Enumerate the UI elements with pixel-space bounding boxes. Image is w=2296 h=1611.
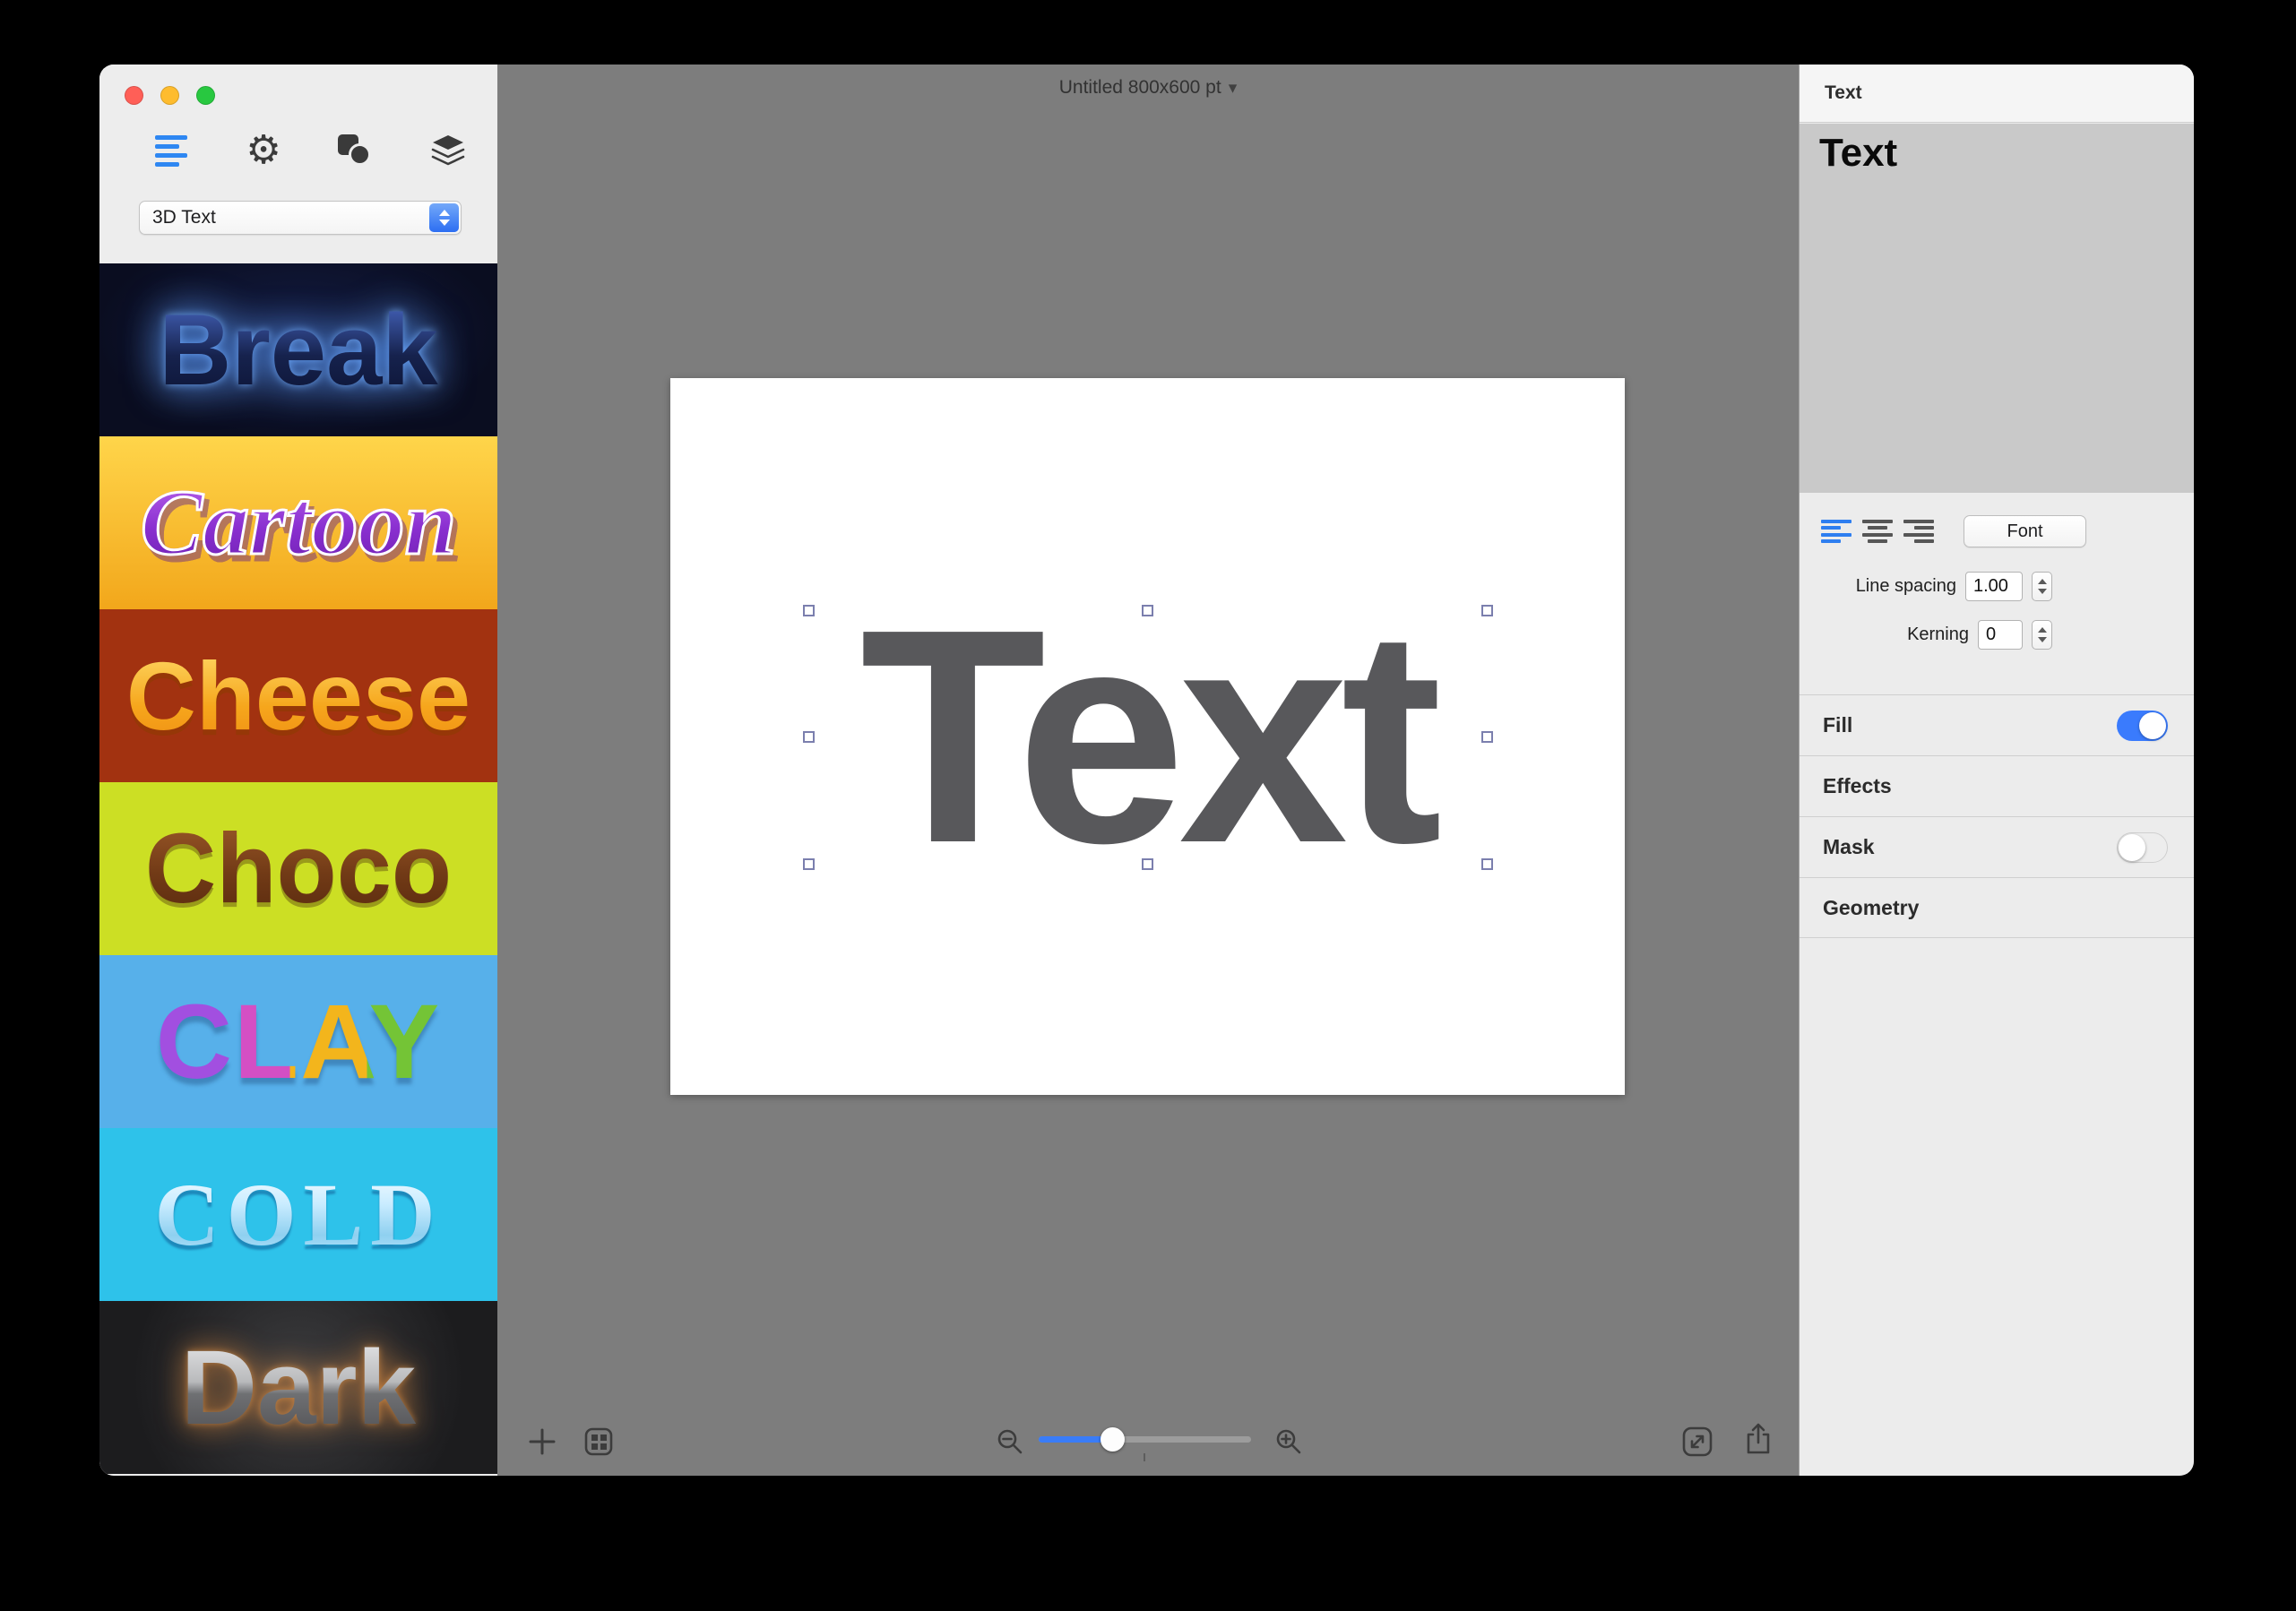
settings-tab[interactable]: ⚙ [242,127,285,174]
section-geometry-label: Geometry [1823,896,1920,919]
style-preset-cartoon[interactable]: Cartoon [99,436,497,609]
styles-list-icon[interactable] [150,127,193,174]
kerning-label: Kerning [1907,624,1969,644]
add-layer-button[interactable] [527,1426,557,1457]
align-left-icon[interactable] [1821,520,1851,543]
chevron-down-icon: ▾ [1228,79,1238,98]
shapes-tab[interactable] [334,127,377,174]
section-mask[interactable]: Mask [1800,816,2194,877]
zoom-in-icon [1276,1429,1301,1454]
selection-handle-top-middle[interactable] [1142,605,1153,616]
zoom-in-button[interactable] [1273,1426,1304,1457]
preset-label: Cartoon [139,470,458,576]
text-alignment-group [1821,520,1934,543]
align-center-icon[interactable] [1862,520,1893,543]
preset-label: COLD [154,1165,443,1264]
style-preset-dark[interactable]: Dark [99,1301,497,1474]
align-right-icon[interactable] [1903,520,1934,543]
style-preset-cold[interactable]: COLD [99,1128,497,1301]
selection-handle-middle-left[interactable] [803,731,815,743]
fullscreen-button[interactable] [196,86,215,105]
selection-handle-bottom-left[interactable] [803,858,815,870]
close-button[interactable] [125,86,143,105]
preset-label: Break [159,294,438,406]
document-title[interactable]: Untitled 800x600 pt ▾ [497,77,1799,99]
canvas-text[interactable]: Text [860,584,1443,889]
section-effects-label: Effects [1823,774,1892,797]
style-category-dropdown[interactable]: 3D Text [139,201,462,235]
zoom-slider-track[interactable] [1039,1436,1251,1443]
style-presets-list: Break Cartoon Cheese Choco CLAY COLD Dar… [99,263,497,1476]
style-preset-choco[interactable]: Choco [99,782,497,955]
text-content-editor[interactable]: Text [1800,124,2194,493]
style-preset-cheese[interactable]: Cheese [99,609,497,782]
kerning-stepper[interactable] [2032,619,2052,650]
font-button[interactable]: Font [1964,515,2086,547]
preset-label: Choco [144,814,453,924]
section-fill[interactable]: Fill [1800,694,2194,755]
list-lines-icon [155,134,187,167]
selection-handle-bottom-right[interactable] [1481,858,1493,870]
section-fill-label: Fill [1823,713,1853,737]
selection-handle-top-left[interactable] [803,605,815,616]
dropdown-chevrons-icon [429,203,459,232]
sidebar-header: ⚙ 3D Text [99,65,497,263]
text-content-value[interactable]: Text [1819,131,1897,176]
inspector-header: Text [1800,65,2194,123]
inspector-panel: Text Text Font Line spacing Kerning Fill… [1799,65,2194,1476]
selection-handle-middle-right[interactable] [1481,731,1493,743]
window-controls [125,86,215,105]
expand-icon [1682,1426,1713,1457]
minimize-button[interactable] [160,86,179,105]
style-preset-break[interactable]: Break [99,263,497,436]
zoom-slider-center-tick [1144,1453,1145,1461]
line-spacing-row: Line spacing [1800,570,2052,602]
document-title-text: Untitled 800x600 pt [1058,77,1221,98]
layers-icon [431,135,465,166]
sidebar-toolbar: ⚙ [150,127,470,174]
style-preset-clay[interactable]: CLAY [99,955,497,1128]
kerning-input[interactable] [1978,619,2023,650]
section-geometry[interactable]: Geometry [1800,877,2194,938]
fill-toggle-knob [2139,712,2166,739]
enter-fullscreen-button[interactable] [1680,1425,1714,1459]
share-icon [1747,1423,1770,1454]
app-window: ⚙ 3D Text Break Cartoon Cheese Choco CLA… [99,65,2194,1476]
mask-toggle[interactable] [2117,832,2168,863]
share-button[interactable] [1741,1421,1775,1457]
grid-icon [584,1427,613,1456]
mask-toggle-knob [2119,834,2145,861]
preset-label: CLAY [155,982,442,1101]
zoom-out-button[interactable] [995,1426,1025,1457]
line-spacing-label: Line spacing [1855,575,1956,596]
zoom-slider-knob[interactable] [1101,1427,1125,1452]
section-mask-label: Mask [1823,835,1875,858]
selection-handle-top-right[interactable] [1481,605,1493,616]
sidebar: ⚙ 3D Text Break Cartoon Cheese Choco CLA… [99,65,497,1476]
line-spacing-input[interactable] [1965,571,2023,601]
selection-handle-bottom-middle[interactable] [1142,858,1153,870]
pages-grid-button[interactable] [583,1426,614,1457]
shapes-icon [337,132,375,169]
zoom-out-icon [997,1429,1023,1454]
dropdown-value: 3D Text [152,207,216,228]
section-effects[interactable]: Effects [1800,755,2194,816]
inspector-header-title: Text [1825,82,1862,103]
fill-toggle[interactable] [2117,711,2168,741]
gear-icon: ⚙ [246,127,281,173]
line-spacing-stepper[interactable] [2032,571,2052,601]
preset-label: Cheese [125,642,471,750]
kerning-row: Kerning [1800,618,2052,650]
preset-label: Dark [180,1328,417,1447]
plus-icon [529,1428,556,1455]
layers-tab[interactable] [427,127,470,174]
canvas-area: Untitled 800x600 pt ▾ Text [497,65,1799,1476]
